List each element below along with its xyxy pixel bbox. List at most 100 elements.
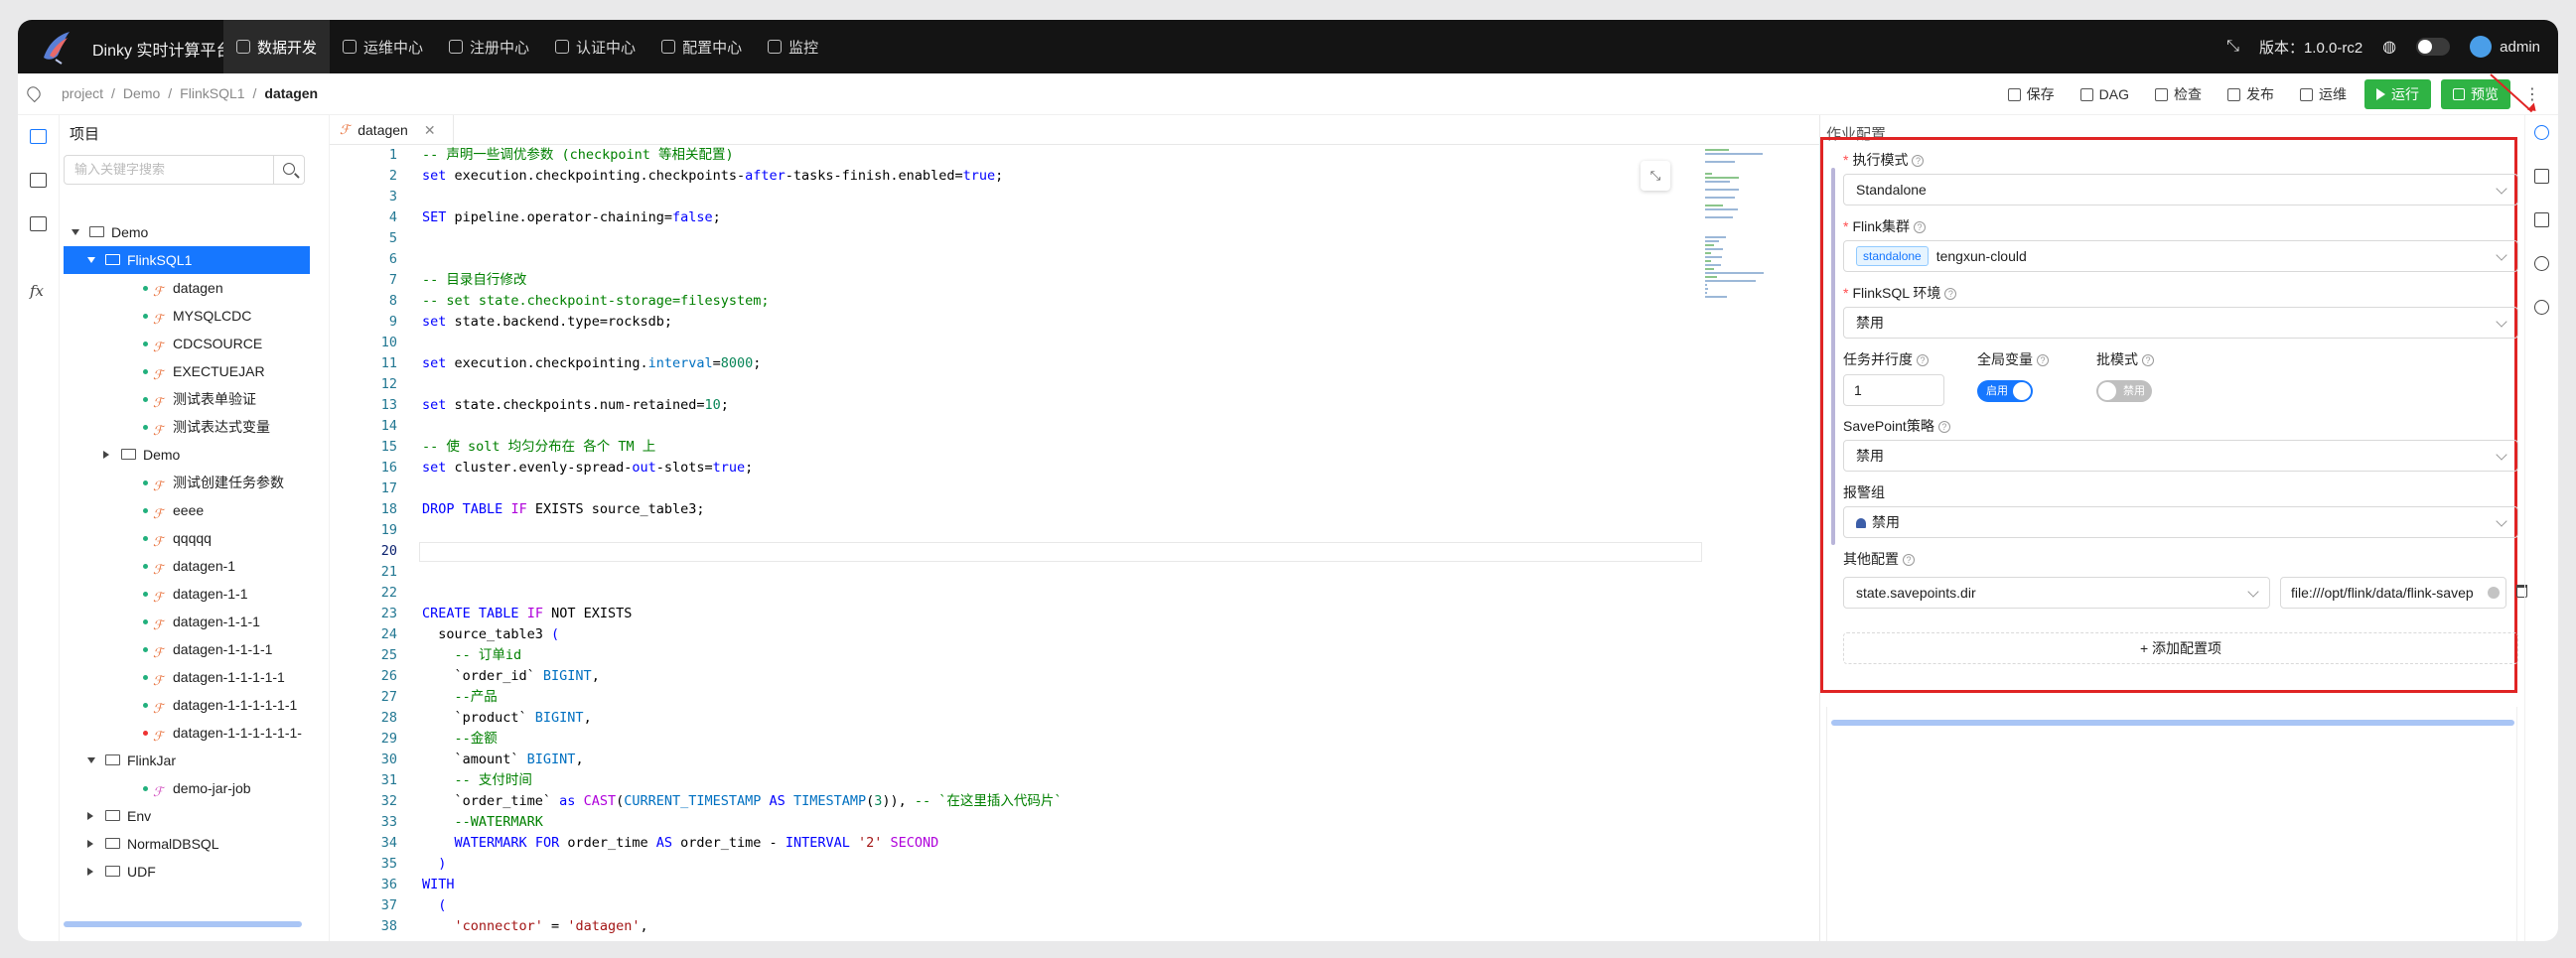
caret-right-icon[interactable] bbox=[87, 868, 93, 876]
tree-file[interactable]: ℱqqqqq bbox=[64, 524, 310, 552]
catalog-icon[interactable] bbox=[30, 173, 47, 188]
project-icon[interactable] bbox=[30, 129, 47, 144]
code-line[interactable]: 6 bbox=[330, 249, 1819, 270]
code-line[interactable]: 7 -- 目录自行修改 bbox=[330, 270, 1819, 291]
code-line[interactable]: 37 ( bbox=[330, 895, 1819, 916]
history-icon[interactable] bbox=[2534, 256, 2549, 271]
menu-item[interactable]: 运维中心 bbox=[330, 20, 436, 73]
save-button[interactable]: 保存 bbox=[2000, 80, 2063, 108]
tree-file[interactable]: ℱdatagen bbox=[64, 274, 310, 302]
user-menu[interactable]: admin bbox=[2470, 36, 2540, 58]
menu-item[interactable]: 配置中心 bbox=[648, 20, 755, 73]
config-key-select[interactable]: state.savepoints.dir bbox=[1843, 577, 2270, 609]
code-line[interactable]: 18 DROP TABLE IF EXISTS source_table3; bbox=[330, 499, 1819, 520]
savepoint-select[interactable]: 禁用 bbox=[1843, 440, 2518, 472]
app-brand[interactable]: Dinky 实时计算平台 bbox=[92, 37, 231, 61]
exec-mode-select[interactable]: Standalone bbox=[1843, 174, 2518, 205]
caret-down-icon[interactable] bbox=[87, 257, 95, 263]
help-icon[interactable]: ? bbox=[1914, 221, 1927, 233]
code-line[interactable]: 16 set cluster.evenly-spread-out-slots=tr… bbox=[330, 458, 1819, 479]
batch-mode-switch[interactable]: 禁用 bbox=[2096, 380, 2152, 402]
job-config-icon[interactable] bbox=[2534, 125, 2549, 140]
global-var-switch[interactable]: 启用 bbox=[1977, 380, 2033, 402]
tree-file[interactable]: ℱ CDCSOURCE bbox=[64, 330, 310, 357]
tree-scrollbar[interactable] bbox=[64, 921, 302, 927]
breadcrumb-item[interactable]: FlinkSQL1 bbox=[180, 85, 244, 101]
tree-folder[interactable]: Env bbox=[64, 802, 310, 830]
code-line[interactable]: 35 ) bbox=[330, 854, 1819, 875]
code-line[interactable]: 4 SET pipeline.operator-chaining=false; bbox=[330, 207, 1819, 228]
code-line[interactable]: 22 bbox=[330, 583, 1819, 604]
tree-file[interactable]: ℱ EXECTUEJAR bbox=[64, 357, 310, 385]
help-icon[interactable]: ? bbox=[2037, 354, 2049, 366]
publish-button[interactable]: 发布 bbox=[2219, 80, 2282, 108]
dinky-logo[interactable] bbox=[36, 26, 77, 68]
tree-file[interactable]: ℱeeee bbox=[64, 496, 310, 524]
clear-icon[interactable] bbox=[2488, 587, 2500, 599]
help-icon[interactable]: ? bbox=[1917, 354, 1929, 366]
code-minimap[interactable] bbox=[1705, 149, 1794, 318]
tree-folder[interactable]: NormalDBSQL bbox=[64, 830, 310, 858]
code-line[interactable]: 8 -- set state.checkpoint-storage=filesys… bbox=[330, 291, 1819, 312]
help-icon[interactable]: ? bbox=[1903, 554, 1915, 566]
tree-file[interactable]: ℱdatagen-1-1-1-1 bbox=[64, 635, 310, 663]
tree-file[interactable]: ℱdatagen-1-1-1 bbox=[64, 608, 310, 635]
flinksql-env-select[interactable]: 禁用 bbox=[1843, 307, 2518, 339]
tree-file[interactable]: ℱdemo-jar-job bbox=[64, 774, 310, 802]
add-config-button[interactable]: + 添加配置项 bbox=[1843, 632, 2518, 664]
menu-item[interactable]: 监控 bbox=[755, 20, 831, 73]
caret-down-icon[interactable] bbox=[87, 757, 95, 763]
close-icon[interactable]: ✕ bbox=[424, 122, 436, 139]
help-icon[interactable]: ? bbox=[1944, 288, 1957, 300]
check-button[interactable]: 检查 bbox=[2147, 80, 2210, 108]
tree-file[interactable]: ℱ 测试创建任务参数 bbox=[64, 469, 310, 496]
code-line[interactable]: 3 bbox=[330, 187, 1819, 207]
code-line[interactable]: 34 WATERMARK FOR order_time AS order_tim… bbox=[330, 833, 1819, 854]
run-button[interactable]: 运行 bbox=[2364, 79, 2431, 109]
menu-item[interactable]: 数据开发 bbox=[223, 20, 331, 73]
ops-button[interactable]: 运维 bbox=[2292, 80, 2355, 108]
code-line[interactable]: 1 -- 声明一些调优参数 (checkpoint 等相关配置) bbox=[330, 145, 1819, 166]
caret-down-icon[interactable] bbox=[72, 229, 79, 235]
flink-cluster-select[interactable]: standalone tengxun-clould bbox=[1843, 240, 2518, 272]
table-icon[interactable] bbox=[2534, 169, 2549, 184]
code-line[interactable]: 15 -- 使 solt 均匀分布在 各个 TM 上 bbox=[330, 437, 1819, 458]
alarm-group-select[interactable]: 禁用 bbox=[1843, 506, 2518, 538]
tree-folder[interactable]: Demo bbox=[64, 441, 310, 469]
config-scrollbar[interactable] bbox=[1831, 168, 1835, 545]
tree-file[interactable]: ℱdatagen-1-1-1-1-1-1- bbox=[64, 719, 310, 747]
code-line[interactable]: 30 `amount` BIGINT, bbox=[330, 750, 1819, 770]
help-icon[interactable]: ? bbox=[1937, 421, 1950, 433]
caret-right-icon[interactable] bbox=[103, 451, 109, 459]
tree-folder[interactable]: UDF bbox=[64, 858, 310, 886]
tree-file[interactable]: ℱ MYSQLCDC bbox=[64, 302, 310, 330]
code-line[interactable]: 31 -- 支付时间 bbox=[330, 770, 1819, 791]
code-line[interactable]: 19 bbox=[330, 520, 1819, 541]
tree-file[interactable]: ℱdatagen-1-1-1-1-1-1 bbox=[64, 691, 310, 719]
datasource-icon[interactable] bbox=[30, 216, 47, 231]
code-line[interactable]: 38 'connector' = 'datagen', bbox=[330, 916, 1819, 937]
folder-icon[interactable] bbox=[2534, 212, 2549, 227]
config-value-input[interactable]: file:///opt/flink/data/flink-savep bbox=[2280, 577, 2506, 609]
breadcrumb-item[interactable]: project bbox=[62, 85, 103, 101]
code-line[interactable]: 36 WITH bbox=[330, 875, 1819, 895]
tab-datagen[interactable]: ℱ datagen ✕ bbox=[330, 115, 454, 145]
code-line[interactable]: 26 `order_id` BIGINT, bbox=[330, 666, 1819, 687]
code-line[interactable]: 5 bbox=[330, 228, 1819, 249]
search-input[interactable]: 输入关键字搜索 bbox=[64, 155, 274, 185]
search-icon[interactable] bbox=[273, 155, 305, 185]
caret-right-icon[interactable] bbox=[87, 840, 93, 848]
tree-folder[interactable]: Demo bbox=[64, 218, 310, 246]
code-line[interactable]: 23 CREATE TABLE IF NOT EXISTS bbox=[330, 604, 1819, 624]
code-line[interactable]: 9 set state.backend.type=rocksdb; bbox=[330, 312, 1819, 333]
function-icon[interactable]: fx bbox=[30, 282, 44, 300]
code-line[interactable]: 13 set state.checkpoints.num-retained=10; bbox=[330, 395, 1819, 416]
tree-folder[interactable]: FlinkSQL1 bbox=[64, 246, 310, 274]
help-icon[interactable]: ? bbox=[2142, 354, 2154, 366]
more-icon[interactable]: ⋮ bbox=[2520, 84, 2544, 104]
tree-file[interactable]: ℱdatagen-1-1-1-1-1 bbox=[64, 663, 310, 691]
fullscreen-icon[interactable]: ⤡ bbox=[1641, 161, 1670, 191]
code-line[interactable]: 32 `order_time` as CAST(CURRENT_TIMESTAM… bbox=[330, 791, 1819, 812]
code-line[interactable]: 11 set execution.checkpointing.interval=8… bbox=[330, 353, 1819, 374]
caret-right-icon[interactable] bbox=[87, 812, 93, 820]
